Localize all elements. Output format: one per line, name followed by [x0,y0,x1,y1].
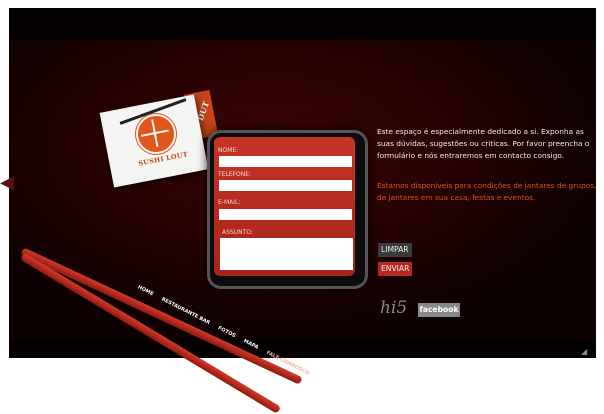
enviar-button[interactable]: ENVIAR [378,262,413,276]
left-arrow-icon[interactable]: ◀ [0,172,14,193]
email-label: E-MAIL: [218,199,241,206]
telefone-input[interactable] [219,180,352,191]
hi5-link[interactable]: hi5 [380,298,407,318]
telefone-label: TELEFONE: [218,171,252,178]
bottom-bar [9,340,596,358]
corner-arrow-icon: ◢ [581,347,588,356]
nome-input[interactable] [219,156,352,167]
assunto-textarea[interactable] [220,238,353,270]
top-bar [9,8,596,40]
email-input[interactable] [219,209,352,220]
nome-label: NOME: [218,147,239,154]
assunto-label: ASSUNTO: [222,229,253,236]
intro-text: Este espaço é especialmente dedicado a s… [377,127,590,160]
facebook-link[interactable]: facebook [418,303,460,317]
events-note: Estamos disponíveis para condições de ja… [377,181,597,202]
limpar-button[interactable]: LIMPAR [378,243,412,257]
